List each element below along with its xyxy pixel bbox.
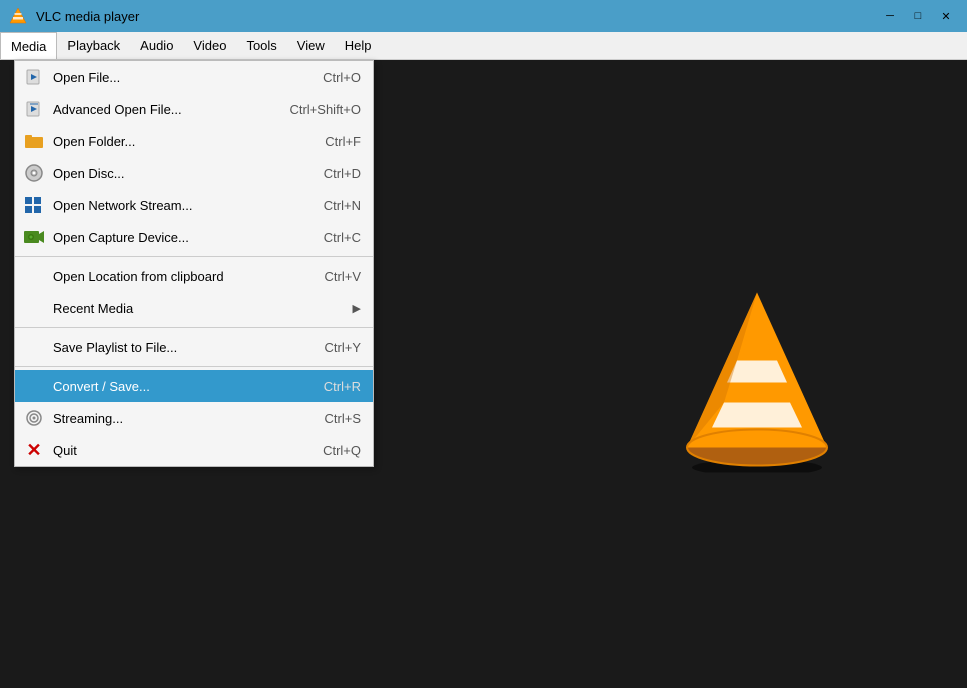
- quit-shortcut: Ctrl+Q: [323, 443, 361, 458]
- menu-media[interactable]: Media: [0, 32, 57, 59]
- menu-item-recent-media[interactable]: Recent Media ▶: [15, 292, 373, 324]
- convert-save-shortcut: Ctrl+R: [324, 379, 361, 394]
- disc-icon: [23, 162, 45, 184]
- maximize-button[interactable]: □: [905, 6, 931, 26]
- streaming-shortcut: Ctrl+S: [325, 411, 361, 426]
- menu-item-convert-save[interactable]: Convert / Save... Ctrl+R: [15, 370, 373, 402]
- menu-audio[interactable]: Audio: [130, 32, 183, 59]
- menu-view[interactable]: View: [287, 32, 335, 59]
- menu-bar: Media Playback Audio Video Tools View He…: [0, 32, 967, 60]
- menu-item-streaming[interactable]: Streaming... Ctrl+S: [15, 402, 373, 434]
- open-folder-shortcut: Ctrl+F: [325, 134, 361, 149]
- play-file2-icon: [23, 98, 45, 120]
- menu-item-save-playlist[interactable]: Save Playlist to File... Ctrl+Y: [15, 331, 373, 363]
- save-playlist-shortcut: Ctrl+Y: [325, 340, 361, 355]
- separator-2: [15, 327, 373, 328]
- open-disc-shortcut: Ctrl+D: [324, 166, 361, 181]
- save-playlist-label: Save Playlist to File...: [53, 340, 317, 355]
- recent-media-label: Recent Media: [53, 301, 345, 316]
- save-playlist-icon: [23, 336, 45, 358]
- open-disc-label: Open Disc...: [53, 166, 316, 181]
- separator-3: [15, 366, 373, 367]
- vlc-logo: [667, 273, 847, 476]
- window-title: VLC media player: [36, 9, 139, 24]
- menu-item-open-folder[interactable]: Open Folder... Ctrl+F: [15, 125, 373, 157]
- open-location-shortcut: Ctrl+V: [325, 269, 361, 284]
- capture-icon: [23, 226, 45, 248]
- open-capture-label: Open Capture Device...: [53, 230, 316, 245]
- recent-icon: [23, 297, 45, 319]
- open-network-shortcut: Ctrl+N: [324, 198, 361, 213]
- open-capture-shortcut: Ctrl+C: [324, 230, 361, 245]
- streaming-label: Streaming...: [53, 411, 317, 426]
- title-bar: VLC media player ─ □ ✕: [0, 0, 967, 32]
- close-button[interactable]: ✕: [933, 6, 959, 26]
- menu-item-quit[interactable]: ✕ Quit Ctrl+Q: [15, 434, 373, 466]
- menu-playback[interactable]: Playback: [57, 32, 130, 59]
- menu-help[interactable]: Help: [335, 32, 382, 59]
- menu-item-open-location[interactable]: Open Location from clipboard Ctrl+V: [15, 260, 373, 292]
- window-controls: ─ □ ✕: [877, 6, 959, 26]
- minimize-button[interactable]: ─: [877, 6, 903, 26]
- quit-icon: ✕: [23, 439, 45, 461]
- menu-tools[interactable]: Tools: [236, 32, 286, 59]
- quit-label: Quit: [53, 443, 315, 458]
- clipboard-icon: [23, 265, 45, 287]
- menu-item-open-disc[interactable]: Open Disc... Ctrl+D: [15, 157, 373, 189]
- network-icon: [23, 194, 45, 216]
- advanced-open-shortcut: Ctrl+Shift+O: [289, 102, 361, 117]
- menu-item-open-file[interactable]: Open File... Ctrl+O: [15, 61, 373, 93]
- menu-video[interactable]: Video: [183, 32, 236, 59]
- open-location-label: Open Location from clipboard: [53, 269, 317, 284]
- menu-item-advanced-open[interactable]: Advanced Open File... Ctrl+Shift+O: [15, 93, 373, 125]
- convert-icon: [23, 375, 45, 397]
- streaming-icon: [23, 407, 45, 429]
- open-file-label: Open File...: [53, 70, 315, 85]
- media-dropdown: Open File... Ctrl+O Advanced Open File..…: [14, 60, 374, 467]
- separator-1: [15, 256, 373, 257]
- submenu-arrow-icon: ▶: [353, 302, 361, 315]
- folder-icon: [23, 130, 45, 152]
- advanced-open-label: Advanced Open File...: [53, 102, 281, 117]
- vlc-app-icon: [8, 6, 28, 26]
- open-folder-label: Open Folder...: [53, 134, 317, 149]
- menu-item-open-capture[interactable]: Open Capture Device... Ctrl+C: [15, 221, 373, 253]
- open-network-label: Open Network Stream...: [53, 198, 316, 213]
- play-file-icon: [23, 66, 45, 88]
- open-file-shortcut: Ctrl+O: [323, 70, 361, 85]
- convert-save-label: Convert / Save...: [53, 379, 316, 394]
- menu-item-open-network[interactable]: Open Network Stream... Ctrl+N: [15, 189, 373, 221]
